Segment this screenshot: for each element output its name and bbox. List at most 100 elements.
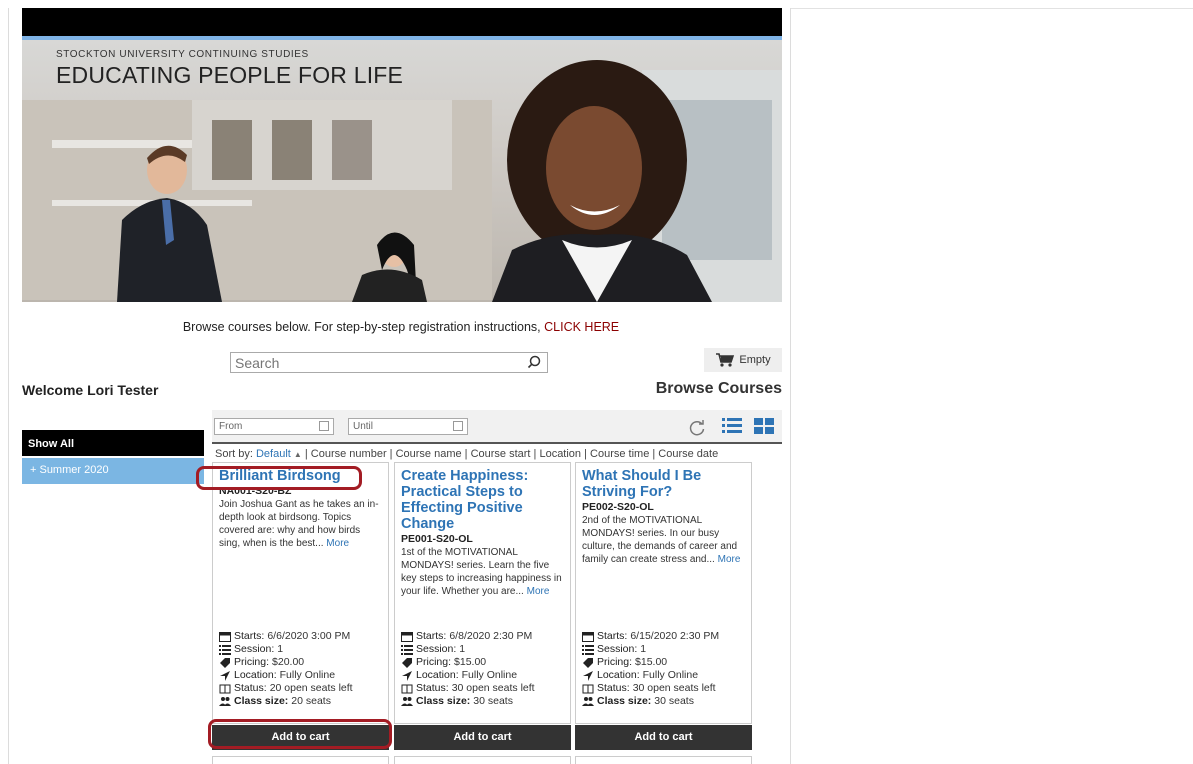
cart-button[interactable]: Empty bbox=[704, 348, 782, 372]
sort-label: Sort by: bbox=[215, 448, 253, 460]
sort-default[interactable]: Default bbox=[256, 448, 291, 460]
status-label: Status: bbox=[416, 682, 449, 694]
class-size-label: Class size: bbox=[416, 695, 471, 707]
starts-value: 6/8/2020 2:30 PM bbox=[449, 630, 533, 642]
click-here-link[interactable]: CLICK HERE bbox=[544, 320, 619, 334]
session-label: Session: bbox=[234, 643, 275, 655]
price-tag-icon bbox=[583, 658, 593, 668]
book-icon bbox=[582, 684, 594, 694]
sort-arrow-icon: ▲ bbox=[293, 450, 302, 459]
until-date-field[interactable]: Until bbox=[348, 418, 468, 435]
session-list-icon bbox=[401, 645, 413, 655]
sort-options[interactable]: | Course number | Course name | Course s… bbox=[305, 448, 718, 460]
starts-label: Starts: bbox=[234, 630, 265, 642]
book-icon bbox=[401, 684, 413, 694]
course-title[interactable]: Create Happiness: Practical Steps to Eff… bbox=[401, 468, 565, 532]
pricing-value: $15.00 bbox=[454, 656, 487, 668]
page-title: Browse Courses bbox=[655, 380, 782, 397]
more-link[interactable]: More bbox=[527, 586, 550, 597]
sidebar-show-all[interactable]: Show All bbox=[22, 430, 204, 456]
highlight-annotation-button bbox=[208, 719, 392, 749]
pricing-label: Pricing: bbox=[234, 656, 270, 668]
location-label: Location: bbox=[416, 669, 459, 681]
course-card: Create Happiness: Practical Steps to Eff… bbox=[394, 462, 571, 724]
cart-status: Empty bbox=[739, 354, 771, 366]
starts-label: Starts: bbox=[416, 630, 447, 642]
location-arrow-icon bbox=[583, 671, 593, 681]
search-input[interactable] bbox=[231, 353, 509, 372]
course-card: What Should I Be Striving For? PE002-S20… bbox=[575, 462, 752, 724]
from-date-placeholder: From bbox=[219, 421, 243, 432]
price-tag-icon bbox=[402, 658, 412, 668]
session-value: 1 bbox=[640, 643, 647, 655]
people-icon bbox=[401, 697, 413, 706]
until-date-placeholder: Until bbox=[353, 421, 374, 432]
calendar-icon[interactable] bbox=[319, 421, 329, 431]
calendar-icon bbox=[401, 632, 413, 642]
sidebar-item-summer-2020[interactable]: + Summer 2020 bbox=[22, 458, 204, 484]
book-icon bbox=[219, 684, 231, 694]
banner-subtitle: STOCKTON UNIVERSITY CONTINUING STUDIES bbox=[56, 49, 309, 60]
course-card-next-row bbox=[212, 756, 389, 764]
location-value: Fully Online bbox=[642, 669, 699, 681]
status-label: Status: bbox=[234, 682, 267, 694]
session-value: 1 bbox=[277, 643, 284, 655]
status-value: 30 open seats left bbox=[632, 682, 716, 694]
course-code: PE002-S20-OL bbox=[582, 501, 654, 513]
refresh-icon[interactable] bbox=[688, 419, 706, 437]
course-meta: Starts: 6/6/2020 3:00 PM Session: 1 Pricin… bbox=[219, 630, 353, 708]
pricing-value: $20.00 bbox=[272, 656, 305, 668]
location-label: Location: bbox=[234, 669, 277, 681]
class-size-label: Class size: bbox=[597, 695, 652, 707]
course-description-text: Join Joshua Gant as he takes an in-depth… bbox=[219, 499, 379, 549]
course-meta: Starts: 6/8/2020 2:30 PM Session: 1 Pricin… bbox=[401, 630, 535, 708]
filter-toolbar: From Until bbox=[212, 410, 782, 444]
search-icon[interactable] bbox=[527, 355, 541, 369]
starts-label: Starts: bbox=[597, 630, 628, 642]
course-description: 1st of the MOTIVATIONAL MONDAYS! series.… bbox=[401, 546, 565, 598]
cart-icon bbox=[716, 353, 735, 367]
page-border-right bbox=[790, 8, 791, 764]
pricing-label: Pricing: bbox=[416, 656, 452, 668]
top-divider bbox=[791, 8, 1193, 9]
starts-value: 6/6/2020 3:00 PM bbox=[267, 630, 351, 642]
location-value: Fully Online bbox=[279, 669, 336, 681]
calendar-icon bbox=[219, 632, 231, 642]
course-card-next-row bbox=[394, 756, 571, 764]
welcome-message: Welcome Lori Tester bbox=[22, 382, 159, 398]
page-border-left bbox=[8, 8, 9, 764]
grid-view-icon[interactable] bbox=[754, 417, 774, 435]
from-date-field[interactable]: From bbox=[214, 418, 334, 435]
session-label: Session: bbox=[416, 643, 457, 655]
session-label: Session: bbox=[597, 643, 638, 655]
status-label: Status: bbox=[597, 682, 630, 694]
browse-instructions-text: Browse courses below. For step-by-step r… bbox=[182, 320, 541, 334]
people-icon bbox=[219, 697, 231, 706]
starts-value: 6/15/2020 2:30 PM bbox=[630, 630, 720, 642]
status-value: 30 open seats left bbox=[451, 682, 535, 694]
location-arrow-icon bbox=[220, 671, 230, 681]
course-card: Brilliant Birdsong NA001-S20-BZ Join Jos… bbox=[212, 462, 389, 724]
course-meta: Starts: 6/15/2020 2:30 PM Session: 1 Prici… bbox=[582, 630, 719, 708]
banner-title: EDUCATING PEOPLE FOR LIFE bbox=[56, 62, 404, 88]
pricing-value: $15.00 bbox=[635, 656, 668, 668]
more-link[interactable]: More bbox=[718, 554, 741, 565]
search-box bbox=[230, 352, 548, 373]
more-link[interactable]: More bbox=[326, 538, 349, 549]
header-black-bar bbox=[22, 8, 782, 36]
people-icon bbox=[582, 697, 594, 706]
session-value: 1 bbox=[459, 643, 466, 655]
list-view-icon[interactable] bbox=[722, 417, 742, 435]
class-size-value: 20 seats bbox=[291, 695, 331, 707]
class-size-label: Class size: bbox=[234, 695, 289, 707]
course-description: 2nd of the MOTIVATIONAL MONDAYS! series.… bbox=[582, 514, 746, 566]
class-size-value: 30 seats bbox=[654, 695, 694, 707]
add-to-cart-button[interactable]: Add to cart bbox=[575, 725, 752, 750]
browse-instructions: Browse courses below. For step-by-step r… bbox=[0, 320, 802, 334]
course-title[interactable]: What Should I Be Striving For? bbox=[582, 468, 746, 500]
class-size-value: 30 seats bbox=[473, 695, 513, 707]
location-value: Fully Online bbox=[461, 669, 518, 681]
sort-bar: Sort by: Default ▲ | Course number | Cou… bbox=[215, 448, 718, 460]
calendar-icon[interactable] bbox=[453, 421, 463, 431]
add-to-cart-button[interactable]: Add to cart bbox=[394, 725, 571, 750]
